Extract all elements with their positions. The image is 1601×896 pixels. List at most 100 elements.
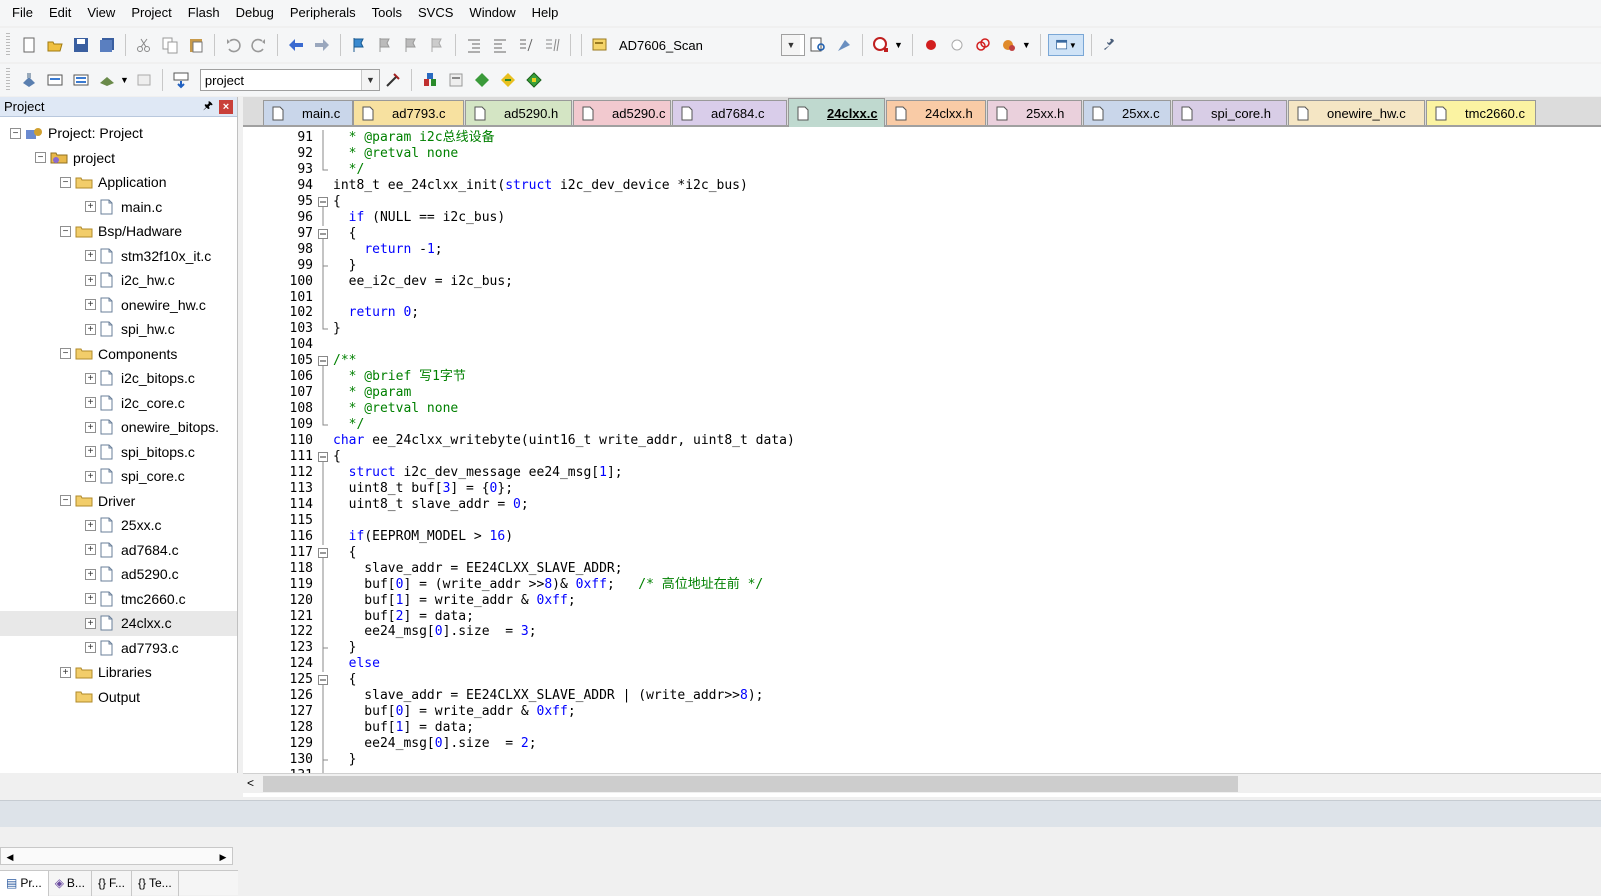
code-line[interactable]: slave_addr = EE24CLXX_SLAVE_ADDR;	[333, 561, 622, 577]
cut-icon[interactable]	[133, 34, 155, 56]
redo-icon[interactable]	[248, 34, 270, 56]
close-icon[interactable]: ×	[219, 99, 233, 114]
tree-item[interactable]: + spi_bitops.c	[0, 440, 237, 465]
translate-icon[interactable]	[18, 69, 40, 91]
code-line[interactable]: int8_t ee_24clxx_init(struct i2c_dev_dev…	[333, 178, 748, 194]
expand-icon[interactable]: +	[85, 372, 96, 384]
stop-build-icon[interactable]	[133, 69, 155, 91]
tree-item[interactable]: − project	[0, 146, 237, 171]
code-line[interactable]: */	[333, 162, 365, 178]
build-icon[interactable]	[44, 69, 66, 91]
window-layout-icon[interactable]: ▼	[1047, 34, 1084, 56]
collapse-icon[interactable]: −	[60, 495, 71, 507]
tree-item[interactable]: + onewire_bitops.	[0, 415, 237, 440]
prev-bookmark-icon[interactable]	[374, 34, 396, 56]
batch-build-icon[interactable]	[96, 69, 118, 91]
code-line[interactable]: }	[333, 258, 357, 274]
clear-bookmarks-icon[interactable]	[426, 34, 448, 56]
tree-item[interactable]: − Project: Project	[0, 121, 237, 146]
tree-item[interactable]: + onewire_hw.c	[0, 293, 237, 318]
tree-item[interactable]: + i2c_bitops.c	[0, 366, 237, 391]
tab-templates[interactable]: {} Te...	[132, 870, 179, 896]
editor-tab[interactable]: ad5290.h	[465, 100, 572, 125]
code-line[interactable]: }	[333, 640, 357, 656]
config-icon[interactable]	[998, 34, 1020, 56]
code-line[interactable]: uint8_t slave_addr = 0;	[333, 497, 529, 513]
paste-icon[interactable]	[185, 34, 207, 56]
code-line[interactable]: * @retval none	[333, 146, 459, 162]
code-line[interactable]: ee24_msg[0].addr = slave_addr;	[333, 768, 584, 769]
editor-tab[interactable]: 25xx.h	[987, 100, 1082, 125]
tree-item[interactable]: + tmc2660.c	[0, 587, 237, 612]
uncomment-icon[interactable]	[541, 34, 563, 56]
wrench-icon[interactable]	[1099, 34, 1121, 56]
menu-flash[interactable]: Flash	[180, 0, 228, 26]
menu-window[interactable]: Window	[461, 0, 523, 26]
expand-icon[interactable]: +	[85, 544, 96, 556]
code-line[interactable]: buf[0] = (write_addr >>8)& 0xff; /* 高位地址…	[333, 577, 763, 593]
code-line[interactable]: {	[333, 449, 341, 465]
toolbar-grip[interactable]	[6, 33, 10, 57]
code-line[interactable]: struct i2c_dev_message ee24_msg[1];	[333, 465, 623, 481]
collapse-icon[interactable]: −	[60, 225, 71, 237]
new-file-icon[interactable]	[18, 34, 40, 56]
code-line[interactable]: return 0;	[333, 305, 419, 321]
fold-collapse-icon[interactable]	[318, 194, 328, 210]
tree-item[interactable]: + ad7793.c	[0, 636, 237, 661]
project-horizontal-scrollbar[interactable]: ◀ ▶	[0, 847, 233, 865]
code-line[interactable]: buf[2] = data;	[333, 609, 474, 625]
undo-icon[interactable]	[222, 34, 244, 56]
collapse-icon[interactable]: −	[60, 348, 71, 360]
editor-horizontal-scrollbar[interactable]: <	[243, 773, 1601, 793]
code-line[interactable]: * @brief 写1字节	[333, 369, 466, 385]
expand-icon[interactable]: +	[85, 299, 96, 311]
menu-project[interactable]: Project	[123, 0, 179, 26]
code-line[interactable]: * @param	[333, 385, 412, 401]
tree-item[interactable]: − Components	[0, 342, 237, 367]
target-options-icon[interactable]	[382, 69, 404, 91]
expand-icon[interactable]: +	[85, 568, 96, 580]
tab-project[interactable]: ▤ Pr...	[0, 870, 49, 896]
editor-tab[interactable]: 25xx.c	[1083, 100, 1171, 125]
code-line[interactable]: if (NULL == i2c_bus)	[333, 210, 506, 226]
menu-view[interactable]: View	[79, 0, 123, 26]
tree-item[interactable]: + stm32f10x_it.c	[0, 244, 237, 269]
code-line[interactable]: buf[1] = data;	[333, 720, 474, 736]
code-line[interactable]: }	[333, 752, 357, 768]
expand-icon[interactable]: +	[85, 642, 96, 654]
tree-item[interactable]: − Driver	[0, 489, 237, 514]
editor-tab[interactable]: 24clxx.h	[886, 100, 986, 125]
chevron-down-icon[interactable]: ▼	[120, 75, 129, 85]
collapse-icon[interactable]: −	[60, 176, 71, 188]
code-line[interactable]: buf[1] = write_addr & 0xff;	[333, 593, 575, 609]
collapse-icon[interactable]: −	[10, 127, 21, 139]
scroll-left-icon[interactable]: ◀	[3, 850, 17, 864]
pack-installer-icon[interactable]	[471, 69, 493, 91]
code-line[interactable]: ee_i2c_dev = i2c_bus;	[333, 274, 513, 290]
expand-icon[interactable]: +	[85, 446, 96, 458]
run-time-env-icon[interactable]	[523, 69, 545, 91]
chevron-down-icon[interactable]: ▼	[360, 70, 379, 90]
tree-item[interactable]: +24clxx.c	[0, 611, 237, 636]
fold-collapse-icon[interactable]	[318, 545, 328, 561]
expand-icon[interactable]: +	[85, 593, 96, 605]
code-line[interactable]: /**	[333, 353, 356, 369]
tree-item[interactable]: +25xx.c	[0, 513, 237, 538]
nav-forward-icon[interactable]	[311, 34, 333, 56]
tree-item[interactable]: − Application	[0, 170, 237, 195]
manage-components-icon[interactable]	[419, 69, 441, 91]
breakpoint-icon[interactable]	[920, 34, 942, 56]
editor-tab[interactable]: ad7684.c	[672, 100, 787, 125]
tree-item[interactable]: + ad7684.c	[0, 538, 237, 563]
bookmark-icon[interactable]	[348, 34, 370, 56]
code-line[interactable]: {	[333, 226, 357, 242]
scroll-left-icon[interactable]: <	[247, 776, 254, 790]
pin-icon[interactable]: 🖈	[203, 97, 213, 116]
expand-icon[interactable]: +	[85, 274, 96, 286]
code-line[interactable]: {	[333, 194, 341, 210]
code-editor[interactable]: * @param i2c总线设备 * @retval none */int8_t…	[333, 129, 1601, 769]
scroll-right-icon[interactable]: ▶	[216, 850, 230, 864]
debug-session-icon[interactable]	[870, 34, 892, 56]
find-in-files-icon[interactable]	[807, 34, 829, 56]
tab-books[interactable]: ◈ B...	[49, 870, 92, 896]
